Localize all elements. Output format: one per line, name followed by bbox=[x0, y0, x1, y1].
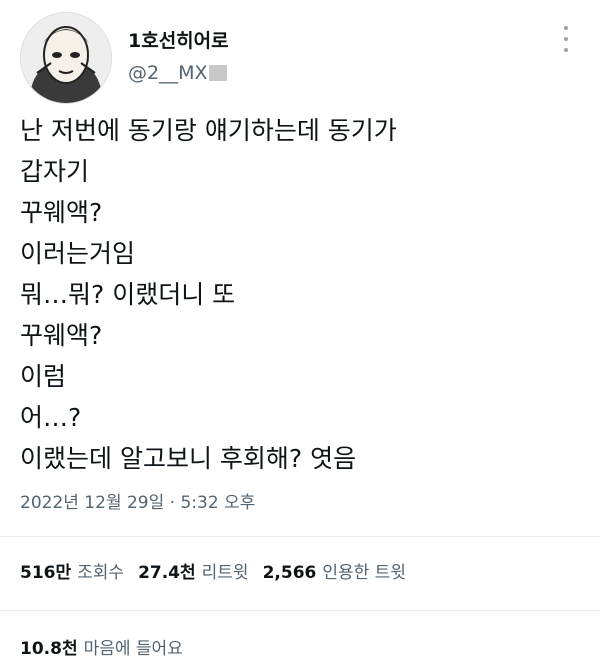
tweet-line: 난 저번에 동기랑 얘기하는데 동기가 bbox=[20, 116, 397, 145]
retweets-stat[interactable]: 27.4천 리트윗 bbox=[138, 558, 249, 583]
author-handle-text: @2__MX bbox=[128, 62, 208, 84]
avatar-illustration-icon bbox=[21, 13, 111, 103]
likes-label: 마음에 들어요 bbox=[83, 639, 183, 659]
author-display-name[interactable]: 1호선히어로 bbox=[128, 26, 229, 53]
tweet-line: 이랬는데 알고보니 후회해? 엿음 bbox=[20, 444, 357, 473]
quotes-stat[interactable]: 2,566 인용한 트윗 bbox=[263, 558, 406, 583]
tweet-line: 뭐…뭐? 이랬더니 또 bbox=[20, 280, 236, 309]
tweet-line: 이러는거임 bbox=[20, 239, 136, 268]
tweet-stats: 516만 조회수 27.4천 리트윗 2,566 인용한 트윗 bbox=[20, 558, 420, 583]
views-count: 516만 bbox=[20, 563, 72, 583]
likes-count: 10.8천 bbox=[20, 639, 78, 659]
tweet-line: 어…? bbox=[20, 403, 82, 432]
tweet-line: 꾸웨액? bbox=[20, 321, 103, 350]
redaction-block bbox=[208, 65, 227, 81]
quotes-label: 인용한 트윗 bbox=[322, 563, 406, 583]
views-stat[interactable]: 516만 조회수 bbox=[20, 558, 124, 583]
tweet-line: 꾸웨액? bbox=[20, 198, 103, 227]
tweet-text: 난 저번에 동기랑 얘기하는데 동기가 갑자기 꾸웨액? 이러는거임 뭐…뭐? … bbox=[20, 110, 590, 479]
divider bbox=[0, 610, 600, 611]
tweet-line: 갑자기 bbox=[20, 157, 90, 186]
quotes-count: 2,566 bbox=[262, 563, 317, 583]
more-vertical-icon[interactable] bbox=[560, 26, 572, 52]
retweets-label: 리트윗 bbox=[201, 563, 249, 583]
retweets-count: 27.4천 bbox=[138, 563, 196, 583]
avatar[interactable] bbox=[20, 12, 112, 104]
author-handle[interactable]: @2__MX bbox=[128, 62, 227, 84]
likes-stat[interactable]: 10.8천 마음에 들어요 bbox=[20, 634, 183, 659]
views-label: 조회수 bbox=[77, 563, 125, 583]
tweet-line: 이럼 bbox=[20, 362, 67, 391]
divider bbox=[0, 536, 600, 537]
tweet-timestamp[interactable]: 2022년 12월 29일 · 5:32 오후 bbox=[20, 488, 255, 513]
